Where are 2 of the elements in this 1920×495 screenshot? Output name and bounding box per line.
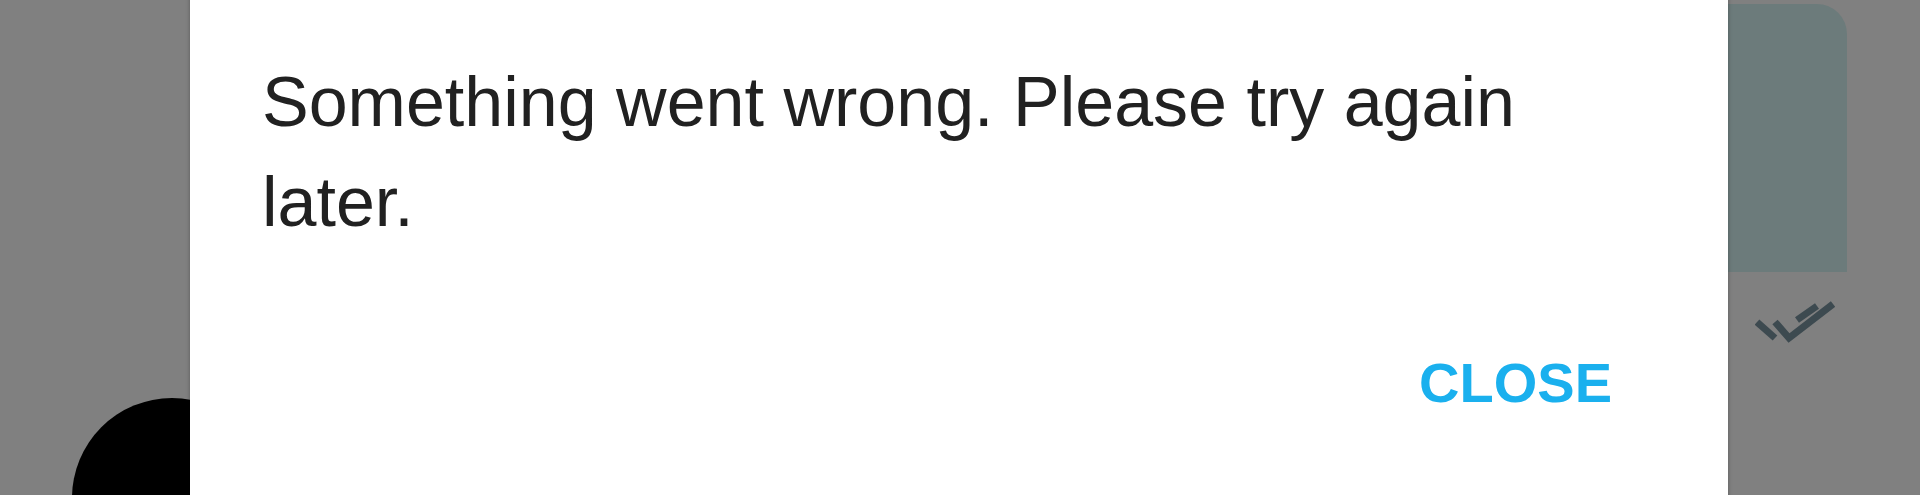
close-button[interactable]: CLOSE xyxy=(1413,342,1618,423)
error-message: Something went wrong. Please try again later. xyxy=(262,62,1516,243)
